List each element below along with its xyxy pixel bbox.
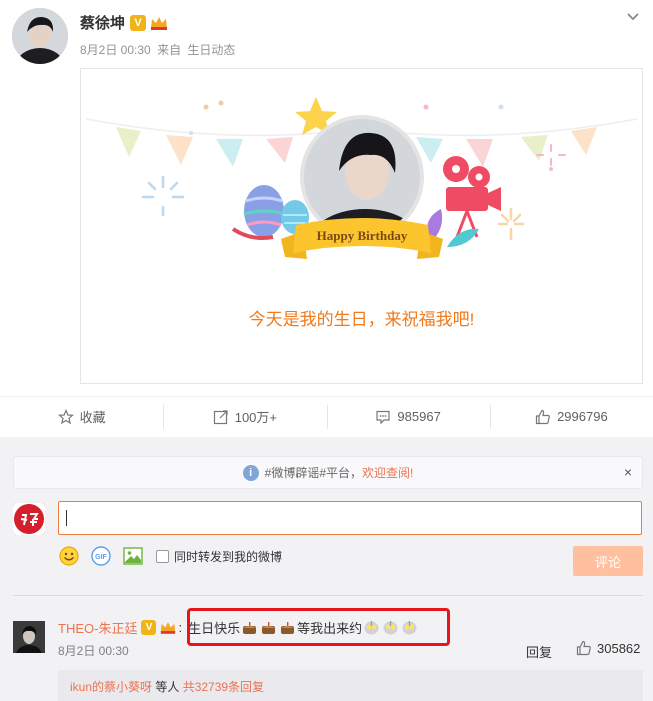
comment-icon [376, 410, 391, 424]
post-header: 蔡徐坤 V 8月2日 00:30 来自 生日动态 [0, 0, 653, 68]
birthday-illustration: Happy Birthday [85, 97, 638, 259]
comment-section: i #微博辟谣#平台， 欢迎查阅! × GIF 同时转发到我的微博 评论 THE… [0, 437, 653, 701]
comment-input[interactable] [58, 501, 642, 535]
reply-button[interactable]: 回复 [526, 642, 552, 661]
thumbs-up-icon [576, 640, 591, 656]
sub-replies: ikun的蔡小葵呀 等人 共32739条回复 [58, 670, 643, 701]
birthday-card[interactable]: Happy Birthday 今天是我的生日，来祝福我吧! [80, 68, 643, 384]
comment-like-count: 305862 [597, 640, 641, 656]
repost-button[interactable]: 100万+ [163, 397, 326, 436]
forward-label: 同时转发到我的微博 [174, 549, 283, 564]
sub-reply-mid: 等人 [152, 680, 183, 694]
comment-date: 8月2日 00:30 [58, 644, 129, 658]
verified-icon: V [130, 14, 147, 31]
gif-icon[interactable]: GIF [90, 545, 112, 567]
post-date[interactable]: 8月2日 00:30 [80, 43, 151, 57]
repost-icon [213, 409, 228, 424]
post-meta: 8月2日 00:30 来自 生日动态 [80, 41, 238, 58]
vip-crown-icon [151, 16, 168, 30]
favorite-button[interactable]: 收藏 [0, 397, 163, 436]
forward-option[interactable]: 同时转发到我的微博 [156, 548, 282, 565]
info-icon: i [242, 464, 259, 481]
comment-button[interactable]: 985967 [326, 397, 490, 436]
thumbs-up-icon [535, 409, 550, 424]
birthday-message: 今天是我的生日，来祝福我吧! [248, 310, 475, 329]
image-icon[interactable] [122, 545, 144, 567]
notice-link[interactable]: 欢迎查阅! [362, 464, 413, 481]
post-source-prefix: 来自 [157, 43, 182, 57]
sub-reply-count[interactable]: 共32739条回复 [183, 680, 264, 694]
svg-text:GIF: GIF [95, 554, 107, 561]
star-icon [57, 408, 74, 424]
chevron-down-icon[interactable] [625, 8, 641, 24]
comment-count: 985967 [397, 409, 441, 424]
commenter-name[interactable]: THEO-朱正廷 [58, 618, 137, 637]
highlight-box [187, 608, 450, 646]
forward-checkbox[interactable] [156, 549, 169, 563]
sub-reply-user[interactable]: ikun的蔡小葵呀 [70, 680, 152, 694]
author-avatar[interactable] [12, 8, 68, 64]
rumor-notice: i #微博辟谣#平台， 欢迎查阅! × [13, 456, 643, 489]
text-caret [66, 510, 67, 526]
author-line: 蔡徐坤 V [80, 12, 169, 33]
composer-toolbar: GIF 同时转发到我的微博 [58, 545, 282, 567]
action-bar: 收藏 100万+ 985967 2996796 [0, 396, 653, 436]
happy-birthday-banner: Happy Birthday [317, 228, 408, 243]
verified-icon: V [141, 620, 157, 635]
favorite-label: 收藏 [79, 410, 106, 425]
divider [13, 595, 643, 596]
submit-comment-button[interactable]: 评论 [573, 546, 643, 576]
comment-like-button[interactable]: 305862 [576, 640, 640, 656]
close-icon[interactable]: × [624, 464, 632, 480]
colon: : [178, 620, 183, 635]
repost-count: 100万+ [234, 410, 278, 425]
author-name[interactable]: 蔡徐坤 [80, 12, 125, 33]
like-button[interactable]: 2996796 [489, 397, 653, 436]
post-source[interactable]: 生日动态 [187, 43, 235, 57]
notice-text[interactable]: #微博辟谣#平台， [265, 464, 362, 481]
like-count: 2996796 [557, 409, 608, 424]
current-user-avatar[interactable] [13, 503, 45, 535]
vip-crown-icon [161, 622, 176, 634]
commenter-avatar[interactable] [13, 621, 45, 653]
emoji-icon[interactable] [58, 545, 80, 567]
